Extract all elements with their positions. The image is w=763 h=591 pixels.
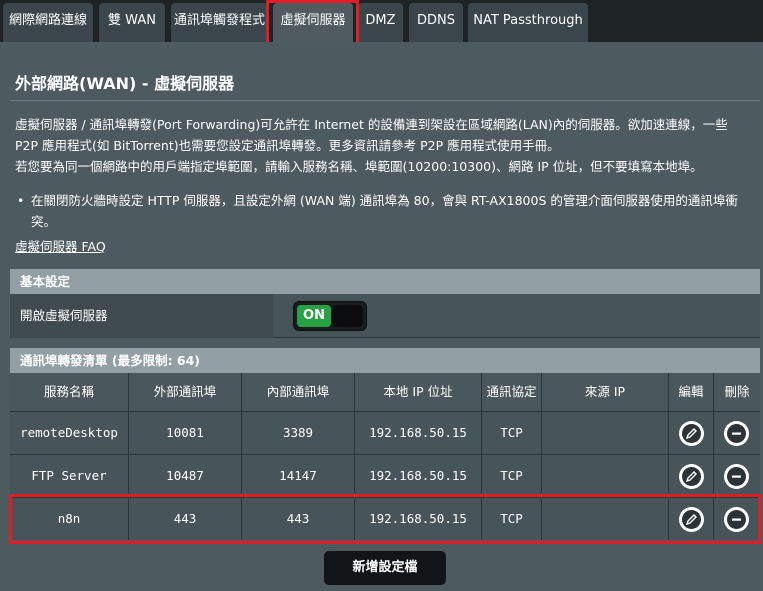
tab-nat-passthrough[interactable]: NAT Passthrough	[468, 3, 588, 43]
description-line-3: 若您要為同一個網路中的用戶端指定埠範圍，請輸入服務名稱、埠範圍(10200:10…	[15, 159, 703, 174]
delete-button[interactable]	[724, 421, 749, 446]
internal-port-cell: 3389	[242, 412, 355, 454]
bullet-dot-icon: •	[17, 193, 25, 208]
col-external-port: 外部通訊埠	[129, 373, 242, 411]
external-port-cell: 10081	[129, 412, 242, 454]
minus-icon	[727, 510, 746, 529]
enable-virtual-server-toggle[interactable]: ON	[293, 301, 367, 331]
source-ip-cell	[542, 412, 669, 454]
minus-icon	[727, 467, 746, 486]
minus-icon	[727, 424, 746, 443]
service-name-cell: FTP Server	[10, 455, 129, 497]
col-internal-port: 內部通訊埠	[242, 373, 355, 411]
enable-virtual-server-row: 開啟虛擬伺服器 ON	[10, 294, 760, 338]
tab-dmz[interactable]: DMZ	[358, 3, 403, 43]
description-line-2: P2P 應用程式(如 BitTorrent)也需要您設定通訊埠轉發。更多資訊請參…	[15, 138, 560, 153]
col-local-ip: 本地 IP 位址	[355, 373, 482, 411]
source-ip-cell	[542, 498, 669, 540]
warning-bullet: • 在關閉防火牆時設定 HTTP 伺服器，且設定外網 (WAN 端) 通訊埠為 …	[15, 190, 755, 232]
page-title: 外部網路(WAN) - 虛擬伺服器	[15, 74, 235, 93]
toggle-on-label: ON	[297, 305, 331, 327]
tab-virtual-server[interactable]: 虛擬伺服器	[273, 3, 353, 43]
edit-button[interactable]	[679, 507, 704, 532]
warning-text: 在關閉防火牆時設定 HTTP 伺服器，且設定外網 (WAN 端) 通訊埠為 80…	[31, 193, 738, 229]
col-source-ip: 來源 IP	[542, 373, 669, 411]
col-service-name: 服務名稱	[10, 373, 129, 411]
faq-link[interactable]: 虛擬伺服器 FAQ	[15, 236, 106, 255]
delete-button[interactable]	[724, 507, 749, 532]
tab-bar: 網際網路連線 雙 WAN 通訊埠觸發程式 虛擬伺服器 DMZ DDNS NAT …	[0, 0, 763, 43]
tab-internet-connection[interactable]: 網際網路連線	[3, 3, 93, 43]
pencil-icon	[682, 510, 701, 529]
tab-ddns[interactable]: DDNS	[409, 3, 463, 43]
external-port-cell: 443	[129, 498, 242, 540]
edit-cell	[669, 498, 714, 540]
service-name-cell: remoteDesktop	[10, 412, 129, 454]
local-ip-cell: 192.168.50.15	[355, 412, 482, 454]
edit-button[interactable]	[679, 421, 704, 446]
delete-button[interactable]	[724, 464, 749, 489]
port-forwarding-list-header: 通訊埠轉發清單 (最多限制: 64)	[10, 348, 760, 373]
internal-port-cell: 14147	[242, 455, 355, 497]
edit-cell	[669, 412, 714, 454]
content-panel: 外部網路(WAN) - 虛擬伺服器 虛擬伺服器 / 通訊埠轉發(Port For…	[0, 42, 763, 591]
pencil-icon	[682, 467, 701, 486]
delete-cell	[714, 455, 760, 497]
title-divider	[10, 100, 760, 101]
local-ip-cell: 192.168.50.15	[355, 455, 482, 497]
service-name-cell: n8n	[10, 498, 129, 540]
delete-cell	[714, 412, 760, 454]
enable-virtual-server-label: 開啟虛擬伺服器	[10, 294, 273, 338]
delete-cell	[714, 498, 760, 540]
description-line-1: 虛擬伺服器 / 通訊埠轉發(Port Forwarding)可允許在 Inter…	[15, 117, 728, 132]
pencil-icon	[682, 424, 701, 443]
tab-dual-wan[interactable]: 雙 WAN	[99, 3, 165, 43]
protocol-cell: TCP	[482, 498, 542, 540]
protocol-cell: TCP	[482, 455, 542, 497]
external-port-cell: 10487	[129, 455, 242, 497]
col-edit: 編輯	[669, 373, 714, 411]
edit-cell	[669, 455, 714, 497]
edit-button[interactable]	[679, 464, 704, 489]
protocol-cell: TCP	[482, 412, 542, 454]
internal-port-cell: 443	[242, 498, 355, 540]
table-row: n8n 443 443 192.168.50.15 TCP	[10, 497, 760, 540]
source-ip-cell	[542, 455, 669, 497]
col-protocol: 通訊協定	[482, 373, 542, 411]
local-ip-cell: 192.168.50.15	[355, 498, 482, 540]
tab-port-trigger[interactable]: 通訊埠觸發程式	[171, 3, 268, 43]
col-delete: 刪除	[724, 384, 750, 399]
list-column-headers: 服務名稱 外部通訊埠 內部通訊埠 本地 IP 位址 通訊協定 來源 IP 編輯 …	[10, 373, 760, 411]
toggle-knob	[332, 305, 363, 327]
add-profile-button[interactable]: 新增設定檔	[324, 551, 446, 585]
table-row: FTP Server 10487 14147 192.168.50.15 TCP	[10, 454, 760, 497]
description: 虛擬伺服器 / 通訊埠轉發(Port Forwarding)可允許在 Inter…	[15, 114, 740, 177]
basic-settings-header: 基本設定	[10, 269, 760, 294]
table-row: remoteDesktop 10081 3389 192.168.50.15 T…	[10, 411, 760, 454]
